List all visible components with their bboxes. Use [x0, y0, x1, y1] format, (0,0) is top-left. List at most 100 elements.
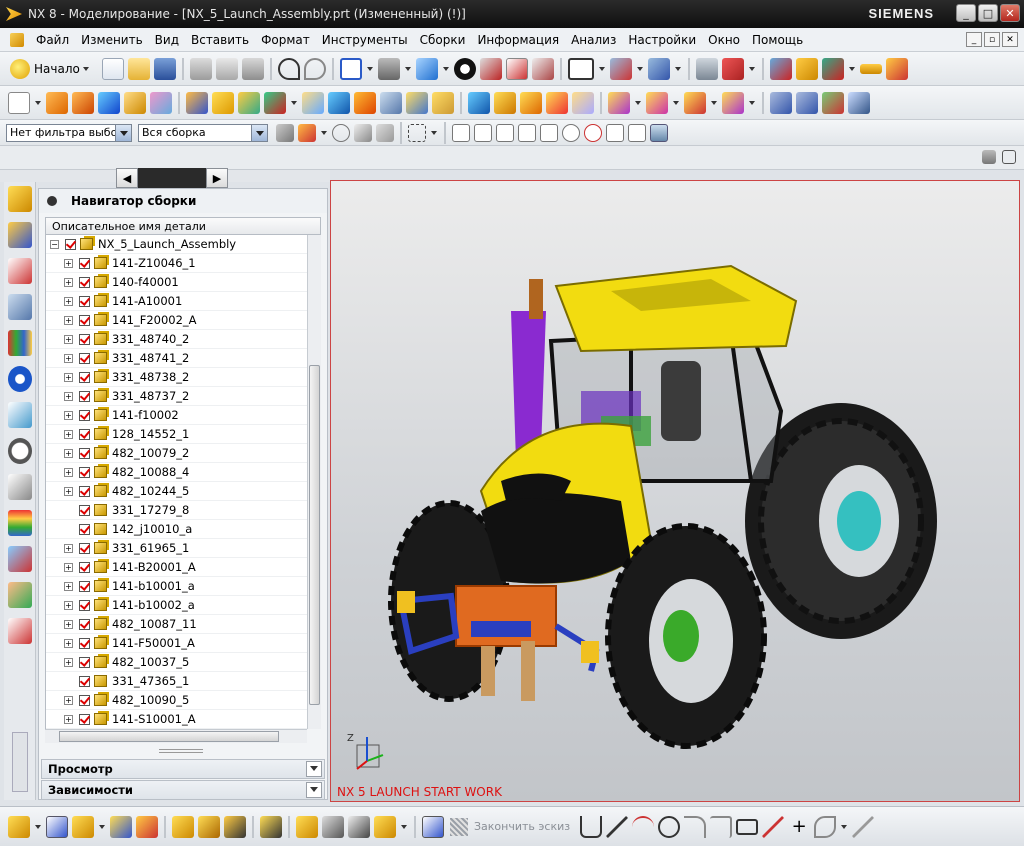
- graphics-window[interactable]: Z NX 5 LAUNCH START WORK: [330, 180, 1020, 802]
- visibility-checkbox[interactable]: [79, 485, 90, 497]
- constraint-navigator-tab-icon[interactable]: [8, 222, 32, 248]
- menu-insert[interactable]: Вставить: [185, 33, 255, 47]
- sequence-icon[interactable]: [198, 815, 220, 838]
- expand-icon[interactable]: +: [64, 372, 73, 382]
- snap-face-icon[interactable]: [650, 123, 668, 142]
- hood[interactable]: [479, 422, 653, 584]
- visibility-checkbox[interactable]: [79, 542, 90, 554]
- close-button[interactable]: ✕: [1000, 4, 1020, 22]
- scroll-thumb[interactable]: [59, 731, 279, 742]
- analysis-icon[interactable]: [769, 57, 792, 80]
- tree-row[interactable]: +128_14552_1: [46, 425, 307, 444]
- wcs-orient-icon[interactable]: [647, 57, 670, 80]
- expand-icon[interactable]: +: [64, 657, 73, 667]
- assembly-navigator-tab-icon[interactable]: [8, 186, 32, 212]
- menu-help[interactable]: Помощь: [746, 33, 809, 47]
- expand-icon[interactable]: +: [64, 410, 73, 420]
- arc-icon[interactable]: [632, 815, 655, 838]
- hole-icon[interactable]: [124, 91, 146, 114]
- undo-icon[interactable]: [277, 57, 300, 80]
- weld-icon[interactable]: [296, 815, 318, 838]
- extrude-icon[interactable]: [46, 91, 68, 114]
- pin-icon[interactable]: [47, 196, 57, 206]
- doc-close-button[interactable]: ✕: [1002, 32, 1018, 47]
- expand-icon[interactable]: +: [64, 695, 73, 705]
- chevron-right-icon[interactable]: ▶: [206, 168, 228, 188]
- new-component-icon[interactable]: [46, 815, 68, 838]
- system-scenes-tab-icon[interactable]: [8, 618, 32, 644]
- preview-panel-header[interactable]: Просмотр: [41, 759, 325, 779]
- visibility-checkbox[interactable]: [79, 580, 90, 592]
- exploded-views-icon[interactable]: [172, 815, 194, 838]
- tree-row[interactable]: +482_10244_5: [46, 482, 307, 501]
- tree-row[interactable]: +141-Z10046_1: [46, 254, 307, 273]
- chevron-down-icon[interactable]: [674, 58, 682, 80]
- block-icon[interactable]: [98, 91, 120, 114]
- clip-section-icon[interactable]: [505, 57, 528, 80]
- chevron-down-icon[interactable]: [98, 816, 106, 838]
- wcs-icon[interactable]: [609, 57, 632, 80]
- visibility-checkbox[interactable]: [79, 276, 90, 288]
- finish-sketch-button[interactable]: Закончить эскиз: [450, 817, 570, 836]
- process-studio-tab-icon[interactable]: [8, 510, 32, 536]
- mesh-surface-icon[interactable]: [796, 91, 818, 114]
- fastener-icon[interactable]: [348, 815, 370, 838]
- expand-icon[interactable]: +: [64, 638, 73, 648]
- expand-icon[interactable]: +: [64, 581, 73, 591]
- split-body-icon[interactable]: [406, 91, 428, 114]
- visibility-checkbox[interactable]: [79, 333, 90, 345]
- tree-row[interactable]: +141-A10001: [46, 292, 307, 311]
- chevron-down-icon[interactable]: [672, 92, 680, 114]
- select-body-icon[interactable]: [354, 123, 372, 142]
- selection-scope-select[interactable]: Вся сборка: [138, 123, 268, 142]
- menu-assemblies[interactable]: Сборки: [414, 33, 472, 47]
- visibility-checkbox[interactable]: [79, 599, 90, 611]
- chevron-down-icon[interactable]: [366, 58, 374, 80]
- expand-icon[interactable]: +: [64, 486, 73, 496]
- dependencies-panel-header[interactable]: Зависимости: [41, 780, 325, 800]
- visibility-checkbox[interactable]: [79, 295, 90, 307]
- expand-icon[interactable]: +: [64, 562, 73, 572]
- tree-row[interactable]: +331_48737_2: [46, 387, 307, 406]
- chamfer-icon[interactable]: [328, 91, 350, 114]
- visibility-checkbox[interactable]: [65, 238, 76, 250]
- chevron-down-icon[interactable]: [634, 92, 642, 114]
- expand-icon[interactable]: +: [64, 334, 73, 344]
- surface-icon[interactable]: [770, 91, 792, 114]
- chevron-down-icon[interactable]: [34, 92, 42, 114]
- clearance-icon[interactable]: [260, 815, 282, 838]
- shell-icon[interactable]: [354, 91, 376, 114]
- open-folder-icon[interactable]: [127, 57, 150, 80]
- expand-icon[interactable]: +: [64, 296, 73, 306]
- layout-icon[interactable]: [982, 150, 996, 164]
- tree-row[interactable]: +482_10087_11: [46, 615, 307, 634]
- tree-row[interactable]: +141-f10002: [46, 406, 307, 425]
- menu-window[interactable]: Окно: [702, 33, 746, 47]
- chevron-down-icon[interactable]: [290, 92, 298, 114]
- column-header-descriptive-name[interactable]: Описательное имя детали: [45, 217, 321, 235]
- tree-row[interactable]: +331_48740_2: [46, 330, 307, 349]
- fillet-icon[interactable]: [684, 815, 707, 838]
- snap-endpoint-icon[interactable]: [474, 123, 492, 142]
- chevron-down-icon[interactable]: [404, 58, 412, 80]
- expand-icon[interactable]: +: [64, 277, 73, 287]
- tree-row[interactable]: +482_10088_4: [46, 463, 307, 482]
- chevron-down-icon[interactable]: [320, 122, 328, 144]
- snap-intersection-icon[interactable]: [606, 123, 624, 142]
- routing-icon[interactable]: [322, 815, 344, 838]
- menu-tools[interactable]: Инструменты: [316, 33, 414, 47]
- expand-icon[interactable]: +: [64, 600, 73, 610]
- pull-face-icon[interactable]: [722, 91, 744, 114]
- orient-view-icon[interactable]: [377, 57, 400, 80]
- history-tab-icon[interactable]: [8, 438, 32, 464]
- expand-icon[interactable]: +: [64, 429, 73, 439]
- chevron-down-icon[interactable]: [34, 816, 42, 838]
- palettes-tab-icon[interactable]: [8, 330, 32, 356]
- pattern-icon[interactable]: [186, 91, 208, 114]
- resource-bar-scroll[interactable]: [12, 732, 28, 792]
- visibility-checkbox[interactable]: [79, 390, 90, 402]
- type-filter-select[interactable]: Нет фильтра выбо: [6, 123, 132, 142]
- visibility-checkbox[interactable]: [79, 675, 90, 687]
- tree-vertical-scrollbar[interactable]: [307, 235, 321, 729]
- chevron-down-icon[interactable]: [840, 816, 848, 838]
